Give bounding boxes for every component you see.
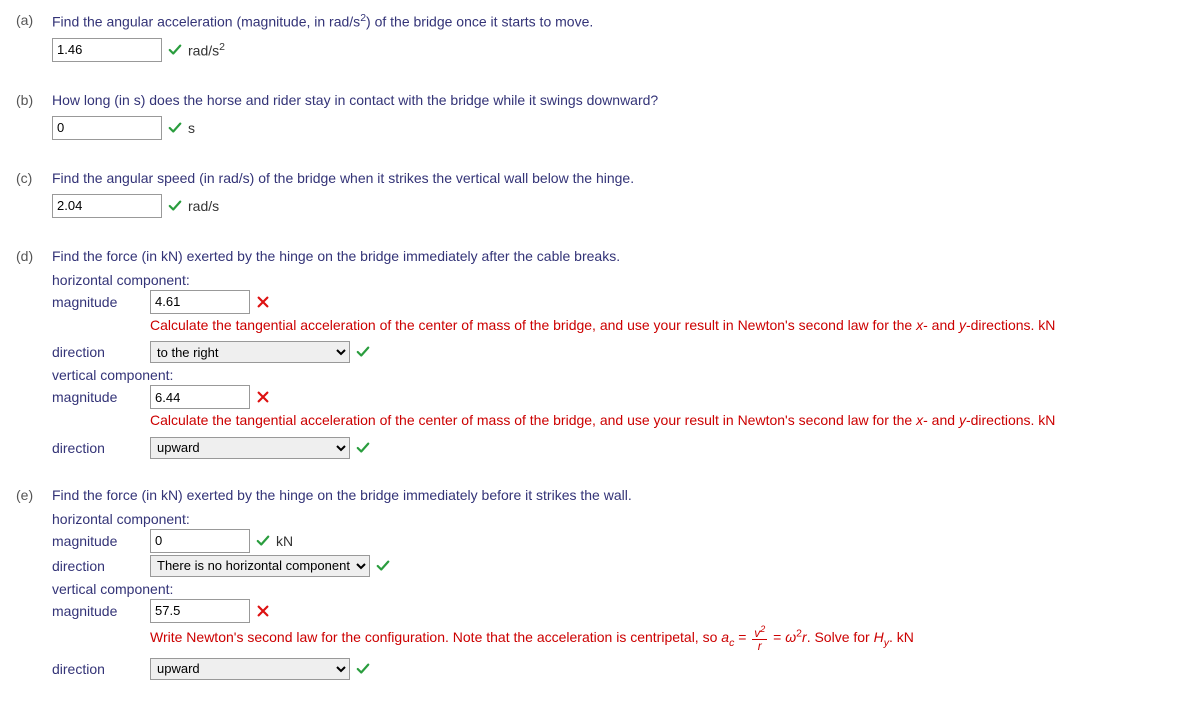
part-a-input[interactable] <box>52 38 162 62</box>
part-e: (e) Find the force (in kN) exerted by th… <box>16 487 1184 682</box>
part-d-vert-heading: vertical component: <box>52 367 1184 383</box>
fb-y2: y <box>959 412 966 428</box>
frac-den: r <box>756 640 764 652</box>
fb-e-2: . Solve for <box>807 629 874 645</box>
part-c-unit: rad/s <box>188 198 219 214</box>
check-icon <box>168 43 182 57</box>
part-e-vert-heading: vertical component: <box>52 581 1184 597</box>
check-icon <box>356 441 370 455</box>
check-icon <box>256 534 270 548</box>
fb-e-H: H <box>874 629 884 645</box>
part-a-prompt-post: ) of the bridge once it starts to move. <box>366 14 593 30</box>
part-e-h-mag-label: magnitude <box>52 533 142 549</box>
part-d-h-mag-input[interactable] <box>150 290 250 314</box>
fb-mid: - and <box>923 317 959 333</box>
fb-y: y <box>959 317 966 333</box>
part-a-unit: rad/s2 <box>188 41 225 59</box>
part-d-v-dir-label: direction <box>52 440 142 456</box>
x-icon <box>256 295 270 309</box>
part-e-horiz-heading: horizontal component: <box>52 511 1184 527</box>
part-e-v-mag-input[interactable] <box>150 599 250 623</box>
check-icon <box>356 345 370 359</box>
fb-post: -directions. kN <box>966 317 1055 333</box>
part-b-unit: s <box>188 120 195 136</box>
part-b-input[interactable] <box>52 116 162 140</box>
part-d-label: (d) <box>16 248 52 264</box>
part-b: (b) How long (in s) does the horse and r… <box>16 92 1184 144</box>
part-a-unit-sup: 2 <box>219 41 225 53</box>
part-e-v-dir-select[interactable]: upward <box>150 658 350 680</box>
part-c: (c) Find the angular speed (in rad/s) of… <box>16 170 1184 222</box>
part-d-h-mag-label: magnitude <box>52 294 142 310</box>
part-d-h-feedback: Calculate the tangential acceleration of… <box>150 316 1184 336</box>
part-d-v-mag-input[interactable] <box>150 385 250 409</box>
check-icon <box>168 121 182 135</box>
part-a-prompt-pre: Find the angular acceleration (magnitude… <box>52 14 360 30</box>
fb-mid2: - and <box>923 412 959 428</box>
fraction: v2r <box>752 625 767 652</box>
part-d-h-dir-label: direction <box>52 344 142 360</box>
part-a-label: (a) <box>16 12 52 28</box>
fb-e-1: Write Newton's second law for the config… <box>150 629 721 645</box>
frac-num-sup: 2 <box>760 624 765 634</box>
part-e-h-mag-input[interactable] <box>150 529 250 553</box>
fb-post2: -directions. kN <box>966 412 1055 428</box>
fb-e-omega: ω <box>785 629 796 645</box>
part-c-prompt: Find the angular speed (in rad/s) of the… <box>52 170 1184 186</box>
fb-e-eq2: = <box>769 629 785 645</box>
part-c-label: (c) <box>16 170 52 186</box>
x-icon <box>256 604 270 618</box>
part-d-h-dir-select[interactable]: to the right <box>150 341 350 363</box>
part-a-unit-pre: rad/s <box>188 42 219 58</box>
part-b-prompt: How long (in s) does the horse and rider… <box>52 92 1184 108</box>
part-e-h-unit: kN <box>276 533 293 549</box>
frac-num: v2 <box>752 625 767 640</box>
part-d-v-dir-select[interactable]: upward <box>150 437 350 459</box>
part-a-prompt: Find the angular acceleration (magnitude… <box>52 12 1184 30</box>
fb-e-eq: = <box>734 629 750 645</box>
part-e-v-dir-label: direction <box>52 661 142 677</box>
fb-txt: Calculate the tangential acceleration of… <box>150 317 916 333</box>
part-a: (a) Find the angular acceleration (magni… <box>16 12 1184 66</box>
part-e-v-feedback: Write Newton's second law for the config… <box>150 625 1184 652</box>
part-d-prompt: Find the force (in kN) exerted by the hi… <box>52 248 1184 264</box>
part-d-v-mag-label: magnitude <box>52 389 142 405</box>
fb-txt2: Calculate the tangential acceleration of… <box>150 412 916 428</box>
part-b-label: (b) <box>16 92 52 108</box>
part-e-prompt: Find the force (in kN) exerted by the hi… <box>52 487 1184 503</box>
part-e-h-dir-label: direction <box>52 558 142 574</box>
part-e-v-mag-label: magnitude <box>52 603 142 619</box>
check-icon <box>356 662 370 676</box>
part-d-v-feedback: Calculate the tangential acceleration of… <box>150 411 1184 431</box>
fb-e-3: . kN <box>889 629 914 645</box>
check-icon <box>376 559 390 573</box>
check-icon <box>168 199 182 213</box>
part-d-horiz-heading: horizontal component: <box>52 272 1184 288</box>
part-c-input[interactable] <box>52 194 162 218</box>
x-icon <box>256 390 270 404</box>
part-e-label: (e) <box>16 487 52 503</box>
part-d: (d) Find the force (in kN) exerted by th… <box>16 248 1184 461</box>
part-e-h-dir-select[interactable]: There is no horizontal component. <box>150 555 370 577</box>
fb-e-a: a <box>721 629 729 645</box>
